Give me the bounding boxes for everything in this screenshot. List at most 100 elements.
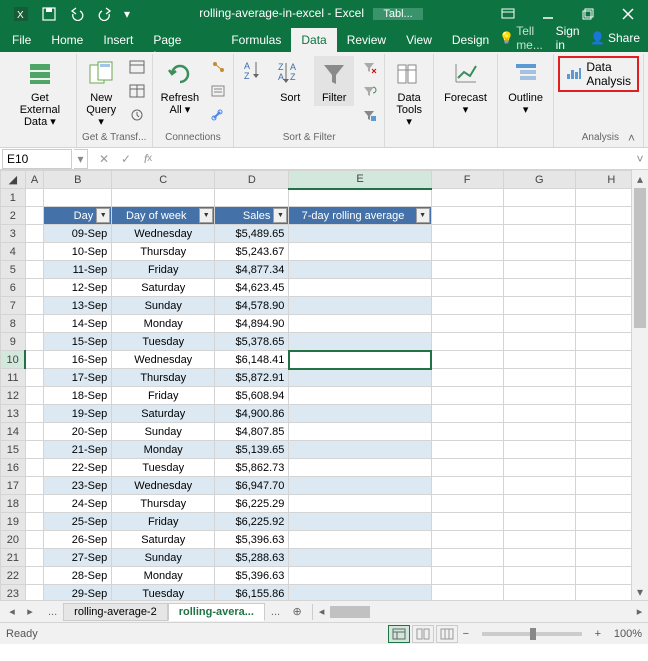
sheet-tab-overflow[interactable]: ... — [42, 604, 63, 620]
row-header[interactable]: 17 — [1, 477, 26, 495]
cell[interactable] — [431, 243, 503, 261]
cell[interactable] — [25, 225, 44, 243]
cell[interactable]: Friday — [112, 261, 215, 279]
cell[interactable] — [431, 441, 503, 459]
new-sheet-icon[interactable]: ⊕ — [286, 605, 308, 618]
cell[interactable]: Wednesday — [112, 477, 215, 495]
sort-button[interactable]: ZAAZ Sort — [270, 56, 310, 106]
cell[interactable] — [503, 513, 575, 531]
filter-dropdown-icon[interactable]: ▼ — [273, 208, 287, 223]
cell[interactable] — [503, 585, 575, 601]
cell[interactable] — [25, 405, 44, 423]
cell[interactable]: 29-Sep — [44, 585, 112, 601]
cell[interactable]: $6,148.41 — [215, 351, 289, 369]
cell[interactable]: 18-Sep — [44, 387, 112, 405]
cell[interactable] — [289, 423, 431, 441]
filter-dropdown-icon[interactable]: ▼ — [416, 208, 430, 223]
col-header-e[interactable]: E — [289, 171, 431, 189]
cell[interactable]: $4,877.34 — [215, 261, 289, 279]
cell[interactable] — [289, 531, 431, 549]
row-header[interactable]: 15 — [1, 441, 26, 459]
cell[interactable] — [25, 585, 44, 601]
cell[interactable]: 22-Sep — [44, 459, 112, 477]
worksheet-grid[interactable]: ◢ A B C D E F G H 1 2 Day▼ Day of week▼ … — [0, 170, 648, 600]
col-header-b[interactable]: B — [44, 171, 112, 189]
cell[interactable]: 27-Sep — [44, 549, 112, 567]
advanced-filter-icon[interactable] — [358, 104, 380, 126]
cell[interactable]: Thursday — [112, 495, 215, 513]
scroll-left-icon[interactable]: ◂ — [313, 605, 330, 618]
cell[interactable] — [25, 531, 44, 549]
sheet-nav-first-icon[interactable]: ◂ — [4, 605, 20, 618]
cell[interactable]: Monday — [112, 567, 215, 585]
properties-icon[interactable] — [207, 80, 229, 102]
cell[interactable] — [25, 261, 44, 279]
cell[interactable] — [25, 567, 44, 585]
cell[interactable] — [431, 405, 503, 423]
cell[interactable]: Wednesday — [112, 225, 215, 243]
cell[interactable] — [503, 459, 575, 477]
cell[interactable] — [289, 297, 431, 315]
row-header[interactable]: 7 — [1, 297, 26, 315]
cell[interactable] — [289, 513, 431, 531]
row-header[interactable]: 16 — [1, 459, 26, 477]
vertical-scrollbar[interactable]: ▴ ▾ — [631, 170, 648, 600]
sheet-nav-last-icon[interactable]: ▸ — [22, 605, 38, 618]
cell[interactable]: Friday — [112, 513, 215, 531]
cell[interactable] — [25, 495, 44, 513]
cell[interactable]: $4,894.90 — [215, 315, 289, 333]
col-header-c[interactable]: C — [112, 171, 215, 189]
tab-formulas[interactable]: Formulas — [221, 28, 291, 52]
cell[interactable] — [289, 549, 431, 567]
cell[interactable] — [431, 531, 503, 549]
row-header[interactable]: 20 — [1, 531, 26, 549]
sign-in[interactable]: Sign in — [556, 24, 584, 52]
cell[interactable] — [25, 423, 44, 441]
recent-sources-icon[interactable] — [126, 104, 148, 126]
cell[interactable]: Monday — [112, 441, 215, 459]
cell[interactable] — [25, 243, 44, 261]
tab-page-layout[interactable]: Page Layout — [143, 28, 221, 52]
row-header[interactable]: 1 — [1, 189, 26, 207]
cell[interactable]: Monday — [112, 315, 215, 333]
filter-dropdown-icon[interactable]: ▼ — [199, 208, 213, 223]
zoom-out-icon[interactable]: − — [458, 628, 474, 640]
cell[interactable] — [503, 315, 575, 333]
cell[interactable]: 16-Sep — [44, 351, 112, 369]
table-header-avg[interactable]: 7-day rolling average▼ — [289, 207, 431, 225]
sheet-tab-active[interactable]: rolling-avera... — [168, 603, 265, 621]
filter-dropdown-icon[interactable]: ▼ — [96, 208, 110, 223]
cell[interactable] — [289, 279, 431, 297]
row-header[interactable]: 4 — [1, 243, 26, 261]
cell[interactable]: $5,396.63 — [215, 567, 289, 585]
connections-icon[interactable] — [207, 56, 229, 78]
cell[interactable] — [431, 387, 503, 405]
row-header[interactable]: 21 — [1, 549, 26, 567]
cell[interactable]: $6,155.86 — [215, 585, 289, 601]
save-icon[interactable] — [36, 3, 62, 25]
from-table-icon[interactable] — [126, 80, 148, 102]
scroll-thumb[interactable] — [634, 188, 646, 328]
tab-home[interactable]: Home — [41, 28, 93, 52]
sheet-tab-2[interactable]: rolling-average-2 — [63, 603, 168, 621]
zoom-slider[interactable] — [482, 632, 582, 636]
cell[interactable] — [289, 315, 431, 333]
cell[interactable] — [503, 279, 575, 297]
cell[interactable] — [503, 261, 575, 279]
page-layout-view-icon[interactable] — [412, 625, 434, 643]
cell[interactable]: 24-Sep — [44, 495, 112, 513]
cell[interactable]: $5,139.65 — [215, 441, 289, 459]
cell[interactable] — [503, 477, 575, 495]
cell[interactable]: 20-Sep — [44, 423, 112, 441]
cell[interactable]: 19-Sep — [44, 405, 112, 423]
cell[interactable] — [25, 297, 44, 315]
zoom-in-icon[interactable]: + — [590, 628, 606, 640]
cell[interactable]: Tuesday — [112, 333, 215, 351]
row-header[interactable]: 10 — [1, 351, 26, 369]
share-button[interactable]: 👤Share — [590, 31, 640, 45]
select-all-cell[interactable]: ◢ — [1, 171, 26, 189]
cell[interactable] — [503, 423, 575, 441]
cell[interactable] — [503, 297, 575, 315]
table-header-sales[interactable]: Sales▼ — [215, 207, 289, 225]
cell[interactable] — [431, 261, 503, 279]
